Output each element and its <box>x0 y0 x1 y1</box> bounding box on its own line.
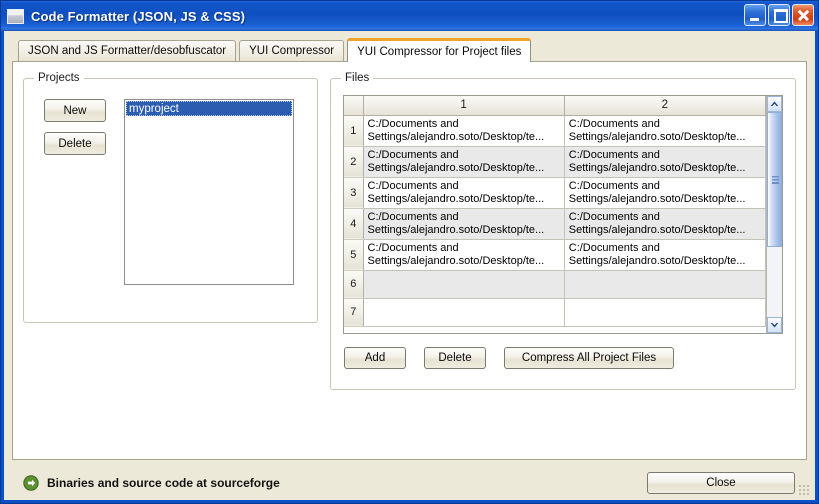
table-row[interactable]: 5 C:/Documents and Settings/alejandro.so… <box>344 239 766 271</box>
table-header-row: 1 2 <box>344 96 766 116</box>
tab-yui-compressor[interactable]: YUI Compressor <box>239 40 345 61</box>
row-number-header <box>344 96 364 116</box>
cell-col1[interactable] <box>363 270 565 299</box>
files-group-title: Files <box>341 72 374 84</box>
tab-page: Projects New Delete myproject Files 1 2 … <box>12 61 807 460</box>
projects-content: New Delete myproject <box>24 79 317 285</box>
row-number: 3 <box>344 177 364 209</box>
window-controls <box>744 4 814 26</box>
row-number: 6 <box>344 270 364 299</box>
files-buttons: Add Delete Compress All Project Files <box>343 347 783 369</box>
cell-col1[interactable]: C:/Documents and Settings/alejandro.soto… <box>363 239 565 271</box>
title-bar: Code Formatter (JSON, JS & CSS) <box>1 1 818 31</box>
close-button[interactable]: Close <box>647 472 795 494</box>
cell-col2[interactable]: C:/Documents and Settings/alejandro.soto… <box>564 146 766 178</box>
client-area: JSON and JS Formatter/desobfuscator YUI … <box>1 31 818 503</box>
list-item[interactable]: myproject <box>126 101 292 116</box>
window-title: Code Formatter (JSON, JS & CSS) <box>31 8 246 24</box>
cell-col2[interactable]: C:/Documents and Settings/alejandro.soto… <box>564 177 766 209</box>
projects-group-title: Projects <box>34 72 84 84</box>
close-button-wrapper: Close <box>647 472 795 494</box>
row-number: 5 <box>344 239 364 271</box>
files-table-viewport: 1 2 1 C:/Documents and Settings/alejandr… <box>344 96 766 333</box>
row-number: 4 <box>344 208 364 240</box>
delete-project-button[interactable]: Delete <box>44 132 106 155</box>
chevron-down-icon[interactable] <box>767 317 782 333</box>
table-row[interactable]: 7 <box>344 298 766 327</box>
cell-col1[interactable]: C:/Documents and Settings/alejandro.soto… <box>363 146 565 178</box>
cell-col1[interactable]: C:/Documents and Settings/alejandro.soto… <box>363 115 565 147</box>
table-row[interactable]: 1 C:/Documents and Settings/alejandro.so… <box>344 115 766 147</box>
projects-group: Projects New Delete myproject <box>23 72 318 323</box>
tab-yui-compressor-project-files[interactable]: YUI Compressor for Project files <box>347 38 532 62</box>
tab-strip: JSON and JS Formatter/desobfuscator YUI … <box>12 38 807 62</box>
row-number: 1 <box>344 115 364 147</box>
files-table-wrapper: 1 2 1 C:/Documents and Settings/alejandr… <box>343 95 783 334</box>
add-file-button[interactable]: Add <box>344 347 406 369</box>
row-number: 2 <box>344 146 364 178</box>
minimize-button[interactable] <box>744 4 766 26</box>
compress-all-project-files-button[interactable]: Compress All Project Files <box>504 347 674 369</box>
application-window: Code Formatter (JSON, JS & CSS) JSON and… <box>0 0 819 504</box>
scrollbar-track[interactable] <box>767 112 782 317</box>
new-project-button[interactable]: New <box>44 99 106 122</box>
status-bar: Binaries and source code at sourceforge … <box>12 466 807 500</box>
chevron-up-icon[interactable] <box>767 96 782 112</box>
cell-col2[interactable] <box>564 270 766 299</box>
column-header-1[interactable]: 1 <box>363 96 565 116</box>
row-number: 7 <box>344 298 364 327</box>
maximize-button[interactable] <box>768 4 790 26</box>
cell-col1[interactable] <box>363 298 565 327</box>
vertical-scrollbar[interactable] <box>766 96 782 333</box>
delete-file-button[interactable]: Delete <box>424 347 486 369</box>
cell-col2[interactable]: C:/Documents and Settings/alejandro.soto… <box>564 239 766 271</box>
table-row[interactable]: 3 C:/Documents and Settings/alejandro.so… <box>344 177 766 209</box>
close-window-button[interactable] <box>792 4 814 26</box>
files-group: Files 1 2 1 C:/Documents and Settings/al… <box>330 72 796 390</box>
cell-col2[interactable]: C:/Documents and Settings/alejandro.soto… <box>564 208 766 240</box>
projects-buttons: New Delete <box>44 99 106 285</box>
column-header-2[interactable]: 2 <box>564 96 766 116</box>
table-row[interactable]: 4 C:/Documents and Settings/alejandro.so… <box>344 208 766 240</box>
cell-col1[interactable]: C:/Documents and Settings/alejandro.soto… <box>363 208 565 240</box>
cell-col2[interactable]: C:/Documents and Settings/alejandro.soto… <box>564 115 766 147</box>
sourceforge-link[interactable]: Binaries and source code at sourceforge <box>47 476 280 490</box>
files-table: 1 2 1 C:/Documents and Settings/alejandr… <box>344 96 766 327</box>
scrollbar-thumb[interactable] <box>767 112 782 248</box>
project-list[interactable]: myproject <box>124 99 294 285</box>
cell-col2[interactable] <box>564 298 766 327</box>
resize-grip[interactable] <box>798 484 810 496</box>
cell-col1[interactable]: C:/Documents and Settings/alejandro.soto… <box>363 177 565 209</box>
table-row[interactable]: 2 C:/Documents and Settings/alejandro.so… <box>344 146 766 178</box>
table-row[interactable]: 6 <box>344 270 766 299</box>
files-content: 1 2 1 C:/Documents and Settings/alejandr… <box>331 79 795 389</box>
app-window-icon <box>7 8 24 24</box>
tab-json-js-formatter[interactable]: JSON and JS Formatter/desobfuscator <box>18 40 237 61</box>
green-arrow-icon <box>23 475 39 491</box>
